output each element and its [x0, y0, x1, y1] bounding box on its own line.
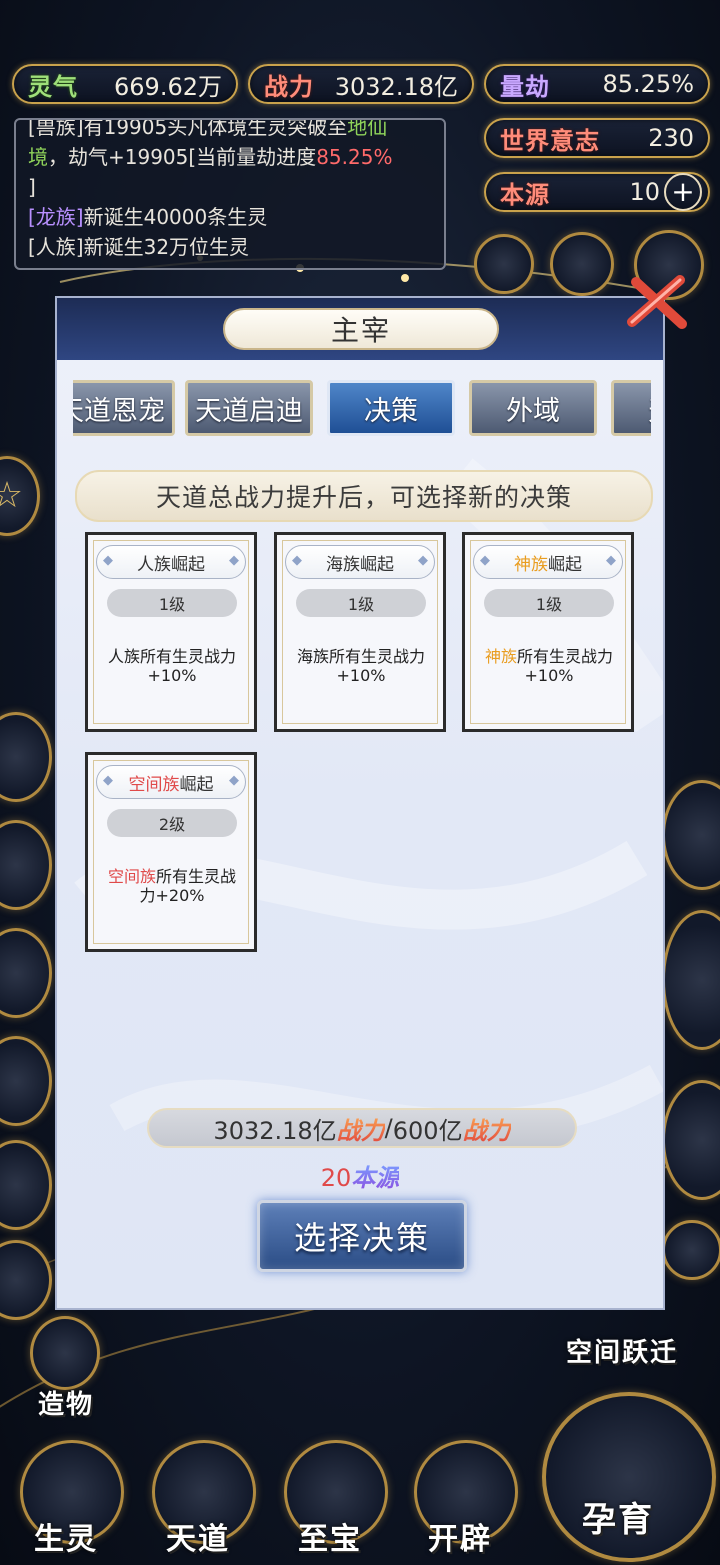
nav-yunyu[interactable]: 孕育 — [582, 1492, 654, 1541]
svg-text:☆: ☆ — [0, 475, 23, 516]
benyuan-value: 10 — [629, 178, 660, 206]
tab-bar: 天道恩宠 天道启迪 决策 外域 天道 — [73, 380, 651, 438]
benyuan-stat: 本源 10 + — [484, 172, 710, 212]
close-icon[interactable] — [622, 272, 692, 332]
liangjie-stat[interactable]: 量劫 85.25% — [484, 64, 710, 104]
log-line: [兽族]有19905头凡体境生灵突破至地仙 — [28, 118, 388, 139]
space-jump-label[interactable]: 空间跃迁 — [566, 1332, 678, 1369]
card-level: 1级 — [296, 589, 426, 617]
tab-tiandao-next[interactable]: 天道 — [611, 380, 651, 436]
nav-shengling[interactable]: 生灵 — [34, 1514, 98, 1558]
zaowu-icon[interactable] — [30, 1316, 100, 1390]
card-title: 人族崛起 — [96, 545, 246, 579]
lingqi-stat: 灵气 669.62万 — [12, 64, 238, 104]
decision-card-kongjianzu[interactable]: 空间族崛起 2级 空间族所有生灵战力+20% — [85, 752, 257, 952]
nav-kaipi[interactable]: 开辟 — [428, 1514, 492, 1558]
tab-tiandao-qidi[interactable]: 天道启迪 — [185, 380, 313, 436]
book-icon[interactable] — [474, 234, 534, 294]
decision-card-haizu[interactable]: 海族崛起 1级 海族所有生灵战力+10% — [274, 532, 446, 732]
lingqi-value: 669.62万 — [114, 72, 222, 101]
card-level: 1级 — [484, 589, 614, 617]
decision-card-renzu[interactable]: 人族崛起 1级 人族所有生灵战力+10% — [85, 532, 257, 732]
nav-zhibao[interactable]: 至宝 — [298, 1514, 362, 1558]
shijie-label: 世界意志 — [500, 126, 600, 155]
shijie-value: 230 — [648, 124, 694, 152]
card-title: 空间族崛起 — [96, 765, 246, 799]
card-desc: 人族所有生灵战力+10% — [107, 647, 236, 685]
add-benyuan-button[interactable]: + — [664, 173, 702, 211]
card-level: 2级 — [107, 809, 237, 837]
benyuan-label: 本源 — [500, 180, 550, 209]
card-title: 神族崛起 — [473, 545, 623, 579]
liangjie-value: 85.25% — [602, 70, 694, 98]
wheel-icon[interactable] — [550, 232, 614, 296]
lingqi-label: 灵气 — [28, 72, 78, 101]
card-title: 海族崛起 — [285, 545, 435, 579]
zaowu-label[interactable]: 造物 — [38, 1384, 94, 1421]
side-icon-right-4[interactable] — [662, 1220, 720, 1280]
tab-waiyu[interactable]: 外域 — [469, 380, 597, 436]
pentagram-icon[interactable]: ☆ — [0, 456, 40, 536]
choose-decision-button[interactable]: 选择决策 — [257, 1200, 467, 1272]
liangjie-label: 量劫 — [500, 72, 550, 101]
card-level: 1级 — [107, 589, 237, 617]
card-desc: 神族所有生灵战力+10% — [484, 647, 614, 685]
modal-title: 主宰 — [223, 308, 499, 350]
decision-card-shenzu[interactable]: 神族崛起 1级 神族所有生灵战力+10% — [462, 532, 634, 732]
decision-hint: 天道总战力提升后，可选择新的决策 — [75, 470, 653, 522]
source-cost: 20本源 — [320, 1164, 400, 1192]
dominator-modal: 主宰 天道恩宠 天道启迪 决策 外域 天道 天道总战力提升后，可选择新的决策 人… — [55, 296, 665, 1310]
log-line: 境，劫气+19905[当前量劫进度85.25% — [28, 145, 393, 169]
tab-tiandao-enchong[interactable]: 天道恩宠 — [73, 380, 175, 436]
log-line: [龙族]新诞生40000条生灵 — [28, 205, 268, 229]
zhanli-label: 战力 — [264, 72, 314, 101]
tab-juece[interactable]: 决策 — [327, 380, 455, 436]
nav-tiandao[interactable]: 天道 — [166, 1514, 230, 1558]
shijie-stat[interactable]: 世界意志 230 — [484, 118, 710, 158]
card-desc: 空间族所有生灵战力+20% — [107, 867, 237, 905]
zhanli-value: 3032.18亿 — [334, 72, 458, 101]
zhanli-stat: 战力 3032.18亿 — [248, 64, 474, 104]
card-desc: 海族所有生灵战力+10% — [296, 647, 425, 685]
power-requirement: 3032.18亿 战力 / 600亿 战力 — [147, 1108, 577, 1148]
event-log: [兽族]有19905头凡体境生灵突破至地仙 境，劫气+19905[当前量劫进度8… — [14, 118, 446, 270]
log-line: ] — [28, 175, 36, 199]
log-line: [人族]新诞生32万位生灵 — [28, 235, 250, 259]
